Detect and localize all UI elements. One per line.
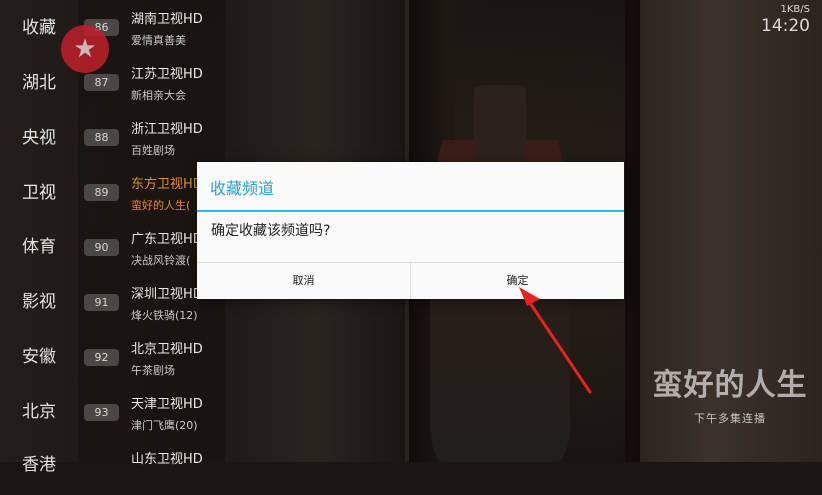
dialog-title: 收藏频道	[210, 179, 275, 198]
program-watermark: 蛮好的人生 下午多集连播	[650, 360, 810, 426]
network-speed: 1KB/S	[780, 4, 811, 15]
channel-program: 决战风铃渡(	[131, 254, 191, 267]
category-item[interactable]: 安徽	[0, 342, 78, 372]
channel-number: 89	[84, 184, 119, 201]
dialog-divider	[197, 210, 624, 212]
channel-number: 87	[84, 74, 119, 91]
dialog-message: 确定收藏该频道吗?	[211, 223, 331, 239]
category-item[interactable]: 湖北	[0, 68, 78, 98]
clock: 14:20	[761, 16, 810, 36]
category-list: 收藏 湖北 央视 卫视 体育 影视 安徽 北京 香港	[0, 0, 78, 475]
status-area: 1KB/S 14:20	[761, 4, 810, 36]
channel-program: 午茶剧场	[131, 364, 175, 377]
channel-number: 92	[84, 349, 119, 366]
channel-row[interactable]: 93 天津卫视HD 津门飞鹰(20)	[78, 385, 225, 440]
channel-name: 东方卫视HD	[131, 177, 203, 192]
category-item-active[interactable]: 卫视	[0, 178, 78, 208]
channel-number: 90	[84, 239, 119, 256]
category-item[interactable]: 央视	[0, 123, 78, 153]
channel-row[interactable]: 88 浙江卫视HD 百姓剧场	[78, 110, 225, 165]
channel-program: 新相亲大会	[131, 89, 186, 102]
channel-name: 江苏卫视HD	[131, 67, 203, 82]
channel-name: 山东卫视HD	[131, 452, 203, 467]
category-item[interactable]: 香港	[0, 450, 78, 480]
channel-row[interactable]: 山东卫视HD	[78, 440, 225, 495]
channel-name: 广东卫视HD	[131, 232, 203, 247]
channel-number: 91	[84, 294, 119, 311]
channel-program: 蛮好的人生(	[131, 199, 191, 212]
channel-name: 天津卫视HD	[131, 397, 203, 412]
category-item[interactable]: 北京	[0, 397, 78, 427]
channel-number: 93	[84, 404, 119, 421]
watermark-title: 蛮好的人生	[652, 368, 808, 403]
channel-name: 北京卫视HD	[131, 342, 203, 357]
channel-number: 88	[84, 129, 119, 146]
cancel-button[interactable]: 取消	[197, 263, 410, 299]
channel-program: 烽火铁骑(12)	[131, 309, 198, 322]
favorite-dialog: 收藏频道 确定收藏该频道吗? 取消 确定	[197, 162, 624, 299]
confirm-button[interactable]: 确定	[411, 263, 624, 299]
watermark-subtitle: 下午多集连播	[694, 412, 766, 425]
channel-row[interactable]: 92 北京卫视HD 午茶剧场	[78, 330, 225, 385]
star-logo-icon: ★	[61, 25, 109, 73]
category-item[interactable]: 影视	[0, 287, 78, 317]
channel-name: 深圳卫视HD	[131, 287, 203, 302]
channel-name: 湖南卫视HD	[131, 12, 203, 27]
channel-program: 百姓剧场	[131, 144, 175, 157]
channel-program: 津门飞鹰(20)	[131, 419, 198, 432]
channel-program: 爱情真善美	[131, 34, 186, 47]
channel-name: 浙江卫视HD	[131, 122, 203, 137]
category-item[interactable]: 体育	[0, 232, 78, 262]
